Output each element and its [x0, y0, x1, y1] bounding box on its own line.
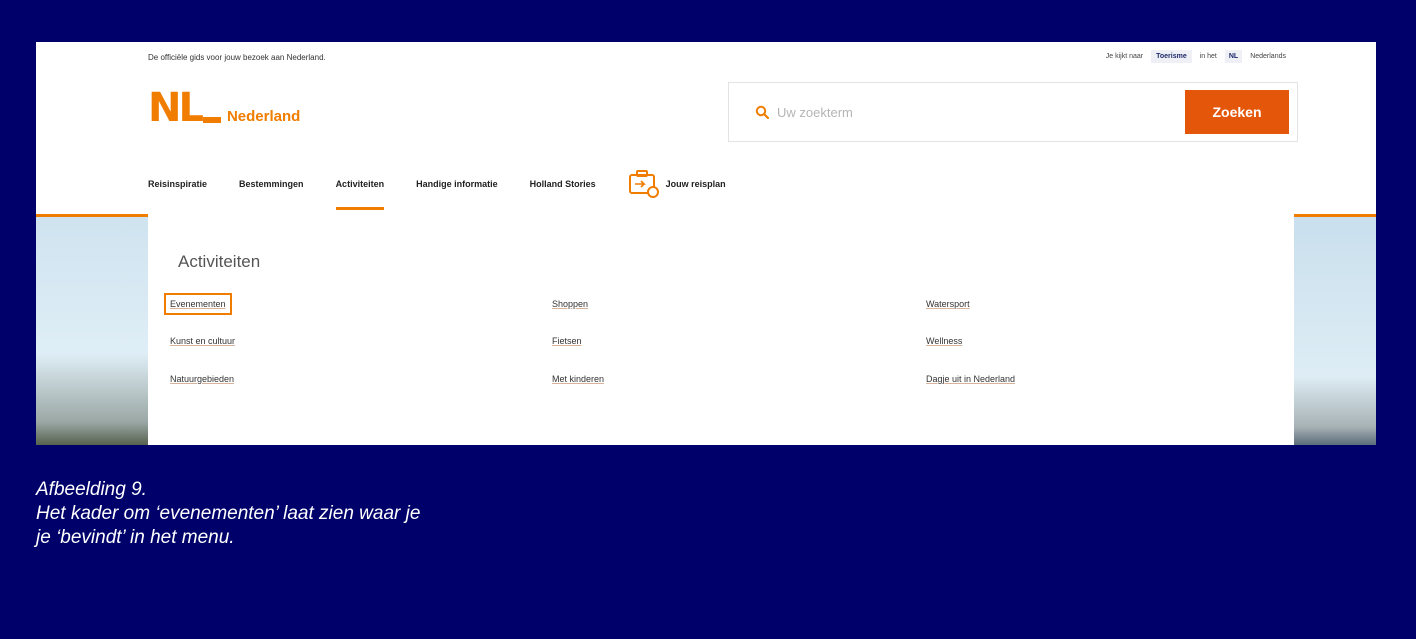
tagline: De officiële gids voor jouw bezoek aan N…	[148, 53, 326, 62]
mode-toggle[interactable]: Toerisme	[1151, 50, 1192, 63]
menu-link-evenementen[interactable]: Evenementen	[164, 293, 232, 315]
search-icon	[755, 105, 769, 119]
reisplan-label: Jouw reisplan	[665, 179, 726, 189]
logo-mark: NL	[148, 85, 204, 131]
language-name[interactable]: Nederlands	[1250, 53, 1286, 60]
figure-caption: Afbeelding 9. Het kader om ‘evenementen’…	[36, 478, 420, 550]
caption-line-2: Het kader om ‘evenementen’ laat zien waa…	[36, 503, 421, 524]
nav-item-reisinspiratie[interactable]: Reisinspiratie	[148, 174, 207, 194]
logo-text: Nederland	[226, 108, 301, 125]
audience-selector: Je kijkt naar Toerisme in het NL Nederla…	[1106, 50, 1286, 63]
mega-menu: Activiteiten Evenementen Kunst en cultuu…	[148, 214, 1294, 445]
travel-plan-icon	[628, 170, 659, 198]
menu-link-wellness[interactable]: Wellness	[926, 336, 962, 346]
menu-link-dagje-uit[interactable]: Dagje uit in Nederland	[926, 374, 1015, 384]
top-bar: De officiële gids voor jouw bezoek aan N…	[36, 42, 1376, 72]
caption-line-3: je ‘bevindt’ in het menu.	[36, 527, 235, 548]
search-box: Zoeken	[728, 82, 1298, 142]
nav-item-handige-informatie[interactable]: Handige informatie	[416, 174, 498, 194]
hero-image-right	[1294, 217, 1376, 445]
menu-link-watersport[interactable]: Watersport	[926, 299, 970, 309]
site-logo[interactable]: NL Nederland	[148, 88, 300, 128]
menu-link-shoppen[interactable]: Shoppen	[552, 299, 588, 309]
nav-item-holland-stories[interactable]: Holland Stories	[530, 174, 596, 194]
main-nav: Reisinspiratie Bestemmingen Activiteiten…	[148, 170, 726, 210]
viewing-label: Je kijkt naar	[1105, 53, 1144, 60]
logo-bar	[202, 117, 221, 123]
menu-title: Activiteiten	[178, 252, 261, 271]
menu-link-natuurgebieden[interactable]: Natuurgebieden	[170, 374, 234, 384]
language-code[interactable]: NL	[1224, 50, 1243, 63]
nav-item-reisplan[interactable]: Jouw reisplan	[628, 170, 726, 198]
caption-line-1: Afbeelding 9.	[36, 479, 147, 500]
nav-item-activiteiten[interactable]: Activiteiten	[335, 174, 384, 210]
hero-image-left	[36, 217, 148, 445]
search-input[interactable]	[777, 101, 1077, 123]
screenshot: De officiële gids voor jouw bezoek aan N…	[36, 42, 1376, 445]
nav-item-bestemmingen[interactable]: Bestemmingen	[239, 174, 304, 194]
menu-link-kunst-en-cultuur[interactable]: Kunst en cultuur	[170, 336, 235, 346]
menu-link-met-kinderen[interactable]: Met kinderen	[552, 374, 604, 384]
menu-link-fietsen[interactable]: Fietsen	[552, 336, 582, 346]
search-button[interactable]: Zoeken	[1185, 90, 1289, 134]
in-label: in het	[1199, 53, 1217, 60]
